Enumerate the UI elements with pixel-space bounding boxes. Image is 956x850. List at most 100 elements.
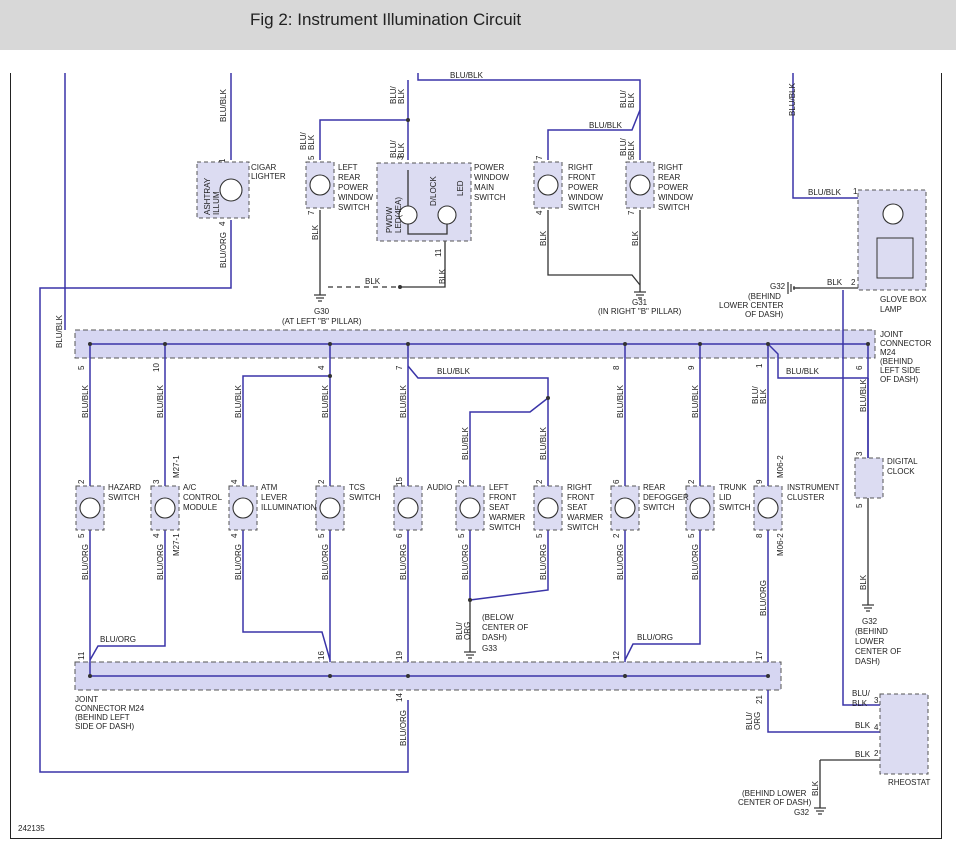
svg-text:2: 2: [77, 479, 86, 484]
g32-top-ground-icon: [787, 282, 800, 294]
svg-text:4: 4: [874, 723, 879, 732]
svg-text:4: 4: [535, 210, 544, 215]
svg-text:2: 2: [851, 278, 856, 287]
svg-text:1: 1: [853, 187, 858, 196]
svg-text:GLOVE BOXLAMP: GLOVE BOX LAMP: [880, 295, 927, 314]
svg-text:BLU/ORG: BLU/ORG: [637, 633, 673, 642]
svg-text:17: 17: [755, 651, 764, 660]
svg-text:BLK: BLK: [307, 134, 316, 150]
svg-text:16: 16: [317, 651, 326, 660]
svg-text:BLU/ORG: BLU/ORG: [219, 232, 228, 268]
svg-text:2: 2: [874, 749, 879, 758]
svg-text:5: 5: [77, 365, 86, 370]
svg-text:5: 5: [687, 533, 696, 538]
svg-text:BLU/BLK: BLU/BLK: [219, 88, 228, 122]
svg-text:5: 5: [307, 155, 316, 160]
svg-text:BLU/BLK: BLU/BLK: [461, 426, 470, 460]
svg-text:4: 4: [230, 533, 239, 538]
svg-text:3: 3: [152, 479, 161, 484]
svg-text:LEFTREARPOWERWINDOWSWITCH: LEFT REAR POWER WINDOW SWITCH: [338, 163, 374, 212]
component-labels: CIGAR LIGHTER LEFT REAR POWER WINDOW SWITCH P…: [75, 163, 932, 787]
svg-text:(BELOWCENTER OFDASH): (BELOW CENTER OF DASH): [482, 613, 528, 642]
svg-text:BLU/ORG: BLU/ORG: [691, 544, 700, 580]
label-audio: AUDIO: [427, 483, 452, 492]
svg-text:G33: G33: [482, 644, 498, 653]
svg-text:BLU/BLK: BLU/BLK: [437, 367, 471, 376]
digital-clock-component: [854, 457, 884, 499]
svg-text:6: 6: [612, 479, 621, 484]
svg-text:A/CCONTROLMODULE: A/C CONTROL MODULE: [183, 483, 223, 512]
svg-text:BLU/ORG: BLU/ORG: [759, 580, 768, 616]
dlock-led-icon: [437, 205, 457, 225]
svg-text:5: 5: [77, 533, 86, 538]
defogger-lamp-icon: [614, 497, 636, 519]
wire-lf-seat-in: [407, 365, 549, 486]
ground-symbols: [314, 282, 874, 815]
trunk-lamp-icon: [689, 497, 711, 519]
ground-labels: G30 (AT LEFT "B" PILLAR) G31 (IN RIGHT "…: [282, 282, 901, 817]
svg-text:BLU/ORG: BLU/ORG: [399, 544, 408, 580]
svg-text:BLU/BLK: BLU/BLK: [55, 314, 64, 348]
svg-text:JOINTCONNECTOR M24(BEHIND LEFT: JOINT CONNECTOR M24 (BEHIND LEFT SIDE OF DA…: [75, 695, 145, 731]
svg-text:ORG: ORG: [753, 712, 762, 730]
svg-text:ORG: ORG: [463, 622, 472, 640]
g32-mid-ground-icon: [862, 604, 874, 612]
svg-text:2: 2: [535, 479, 544, 484]
svg-text:BLK: BLK: [438, 268, 447, 284]
hazard-lamp-icon: [79, 497, 101, 519]
rr-window-lamp-icon: [629, 174, 651, 196]
svg-text:12: 12: [612, 651, 621, 660]
svg-text:(BEHINDLOWERCENTER OFDASH): (BEHIND LOWER CENTER OF DASH): [855, 627, 901, 666]
svg-text:BLU/BLK: BLU/BLK: [616, 384, 625, 418]
svg-text:BLU/BLK: BLU/BLK: [450, 71, 484, 80]
svg-text:BLU/BLK: BLU/BLK: [81, 384, 90, 418]
svg-text:BLU/BLK: BLU/BLK: [539, 426, 548, 460]
svg-text:4: 4: [152, 533, 161, 538]
lr-window-lamp-icon: [309, 174, 331, 196]
svg-text:(BEHINDLOWER CENTEROF DASH): (BEHIND LOWER CENTER OF DASH): [719, 292, 784, 319]
figure-id: 242135: [18, 824, 45, 833]
lf-seat-lamp-icon: [459, 497, 481, 519]
svg-text:1: 1: [755, 363, 764, 368]
wire-rf-ground: [547, 210, 641, 286]
svg-text:M27-1: M27-1: [172, 455, 181, 478]
svg-text:BLK: BLK: [365, 277, 381, 286]
svg-text:DIGITALCLOCK: DIGITAL CLOCK: [887, 457, 918, 476]
svg-text:BLK: BLK: [759, 388, 768, 404]
svg-text:HAZARDSWITCH: HAZARD SWITCH: [108, 483, 141, 502]
svg-text:ATMLEVERILLUMINATION: ATM LEVER ILLUMINATION: [261, 483, 317, 512]
svg-text:BLU/ORG: BLU/ORG: [321, 544, 330, 580]
svg-text:BLU/ORG: BLU/ORG: [461, 544, 470, 580]
svg-text:G32: G32: [862, 617, 878, 626]
svg-text:BLK: BLK: [311, 224, 320, 240]
tcs-lamp-icon: [319, 497, 341, 519]
svg-text:BLU/ORG: BLU/ORG: [100, 635, 136, 644]
svg-text:5: 5: [855, 503, 864, 508]
ac-lamp-icon: [154, 497, 176, 519]
svg-text:G32: G32: [794, 808, 810, 817]
svg-text:BLU/BLK: BLU/BLK: [859, 378, 868, 412]
svg-text:BLU/BLK: BLU/BLK: [589, 121, 623, 130]
svg-text:15: 15: [395, 477, 404, 486]
svg-text:4: 4: [317, 365, 326, 370]
svg-text:LEFTFRONTSEATWARMERSWITCH: LEFT FRONT SEAT WARMER SWITCH: [489, 483, 525, 532]
svg-text:BLK: BLK: [855, 750, 871, 759]
svg-text:5: 5: [627, 155, 636, 160]
wire-seat-out: [469, 530, 549, 601]
svg-text:REARDEFOGGERSWITCH: REAR DEFOGGER SWITCH: [643, 483, 689, 512]
svg-text:5: 5: [457, 533, 466, 538]
rf-seat-lamp-icon: [537, 497, 559, 519]
svg-text:14: 14: [395, 693, 404, 702]
svg-text:RIGHTFRONTSEATWARMERSWITCH: RIGHT FRONT SEAT WARMER SWITCH: [567, 483, 603, 532]
svg-text:BLK: BLK: [539, 230, 548, 246]
svg-text:6: 6: [395, 533, 404, 538]
g32-bottom-ground-icon: [814, 807, 826, 815]
svg-text:11: 11: [434, 248, 443, 257]
rf-window-lamp-icon: [537, 174, 559, 196]
svg-text:BLU/ORG: BLU/ORG: [399, 710, 408, 746]
svg-text:D/LOCK: D/LOCK: [429, 176, 438, 206]
svg-text:6: 6: [855, 365, 864, 370]
svg-text:BLK: BLK: [397, 88, 406, 104]
svg-text:2: 2: [687, 479, 696, 484]
svg-text:BLU/BLK: BLU/BLK: [691, 384, 700, 418]
